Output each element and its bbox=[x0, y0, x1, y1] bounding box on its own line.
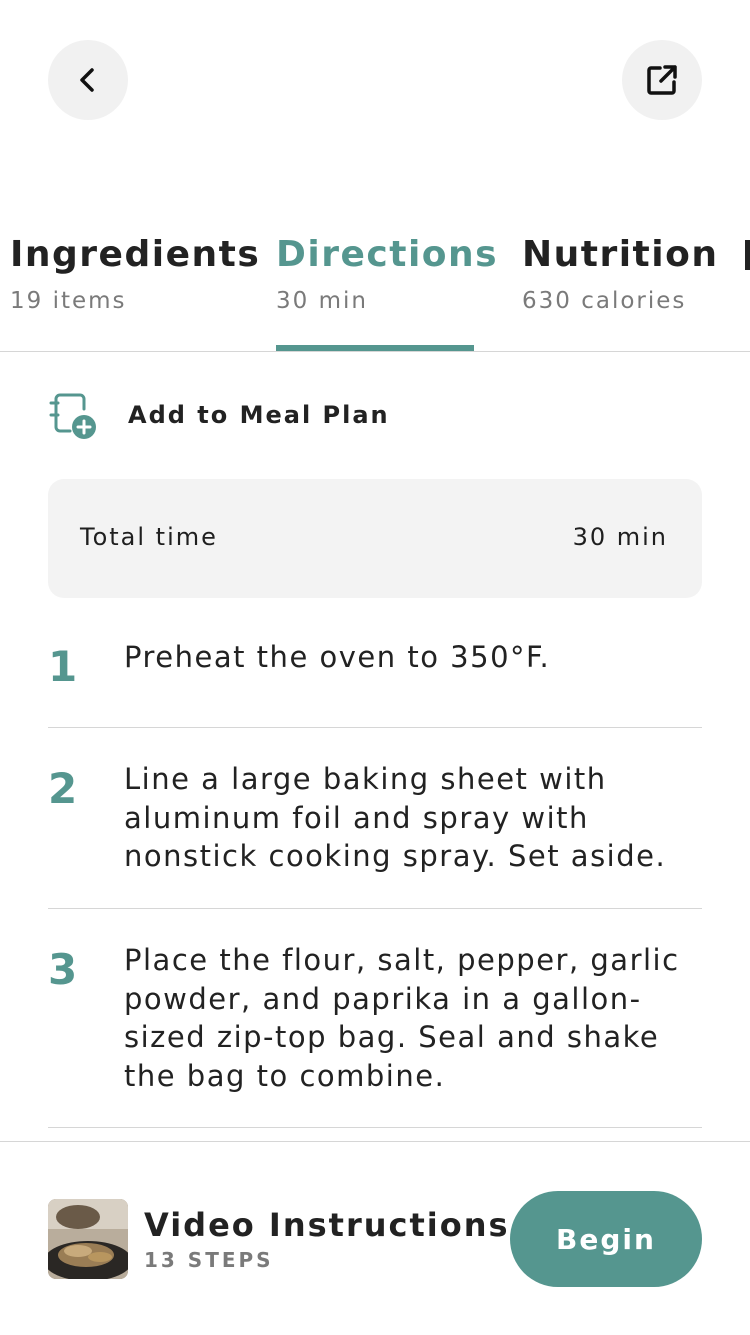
chevron-left-icon bbox=[80, 68, 94, 92]
tab-subtitle: 630 calories bbox=[522, 288, 687, 314]
step-number: 2 bbox=[48, 764, 78, 813]
video-instructions-title: Video Instructions bbox=[144, 1206, 510, 1244]
video-thumbnail[interactable] bbox=[48, 1199, 128, 1279]
tab-bar: Ingredients 19 items Directions 30 min N… bbox=[0, 228, 750, 352]
step-divider bbox=[48, 1127, 702, 1128]
tab-subtitle: 19 items bbox=[10, 288, 127, 314]
tab-partial-glyph bbox=[745, 240, 750, 270]
direction-step: 3 Place the flour, salt, pepper, garlic … bbox=[48, 941, 702, 1128]
direction-step: 1 Preheat the oven to 350°F. bbox=[48, 638, 702, 728]
begin-button[interactable]: Begin bbox=[510, 1191, 702, 1287]
tab-subtitle: 30 min bbox=[276, 288, 368, 314]
tab-next-partial[interactable] bbox=[745, 228, 750, 351]
direction-step: 2 Line a large baking sheet with aluminu… bbox=[48, 760, 702, 909]
tab-nutrition[interactable]: Nutrition 630 calories bbox=[522, 228, 717, 351]
tab-ingredients[interactable]: Ingredients 19 items bbox=[10, 228, 259, 351]
tab-title: Directions bbox=[276, 234, 499, 275]
step-text: Line a large baking sheet with aluminum … bbox=[124, 762, 667, 873]
step-text: Preheat the oven to 350°F. bbox=[124, 640, 551, 674]
step-text: Place the flour, salt, pepper, garlic po… bbox=[124, 943, 680, 1093]
add-to-meal-plan-label: Add to Meal Plan bbox=[128, 401, 390, 429]
calendar-add-icon bbox=[49, 393, 96, 439]
total-time-panel: Total time 30 min bbox=[48, 479, 702, 598]
video-thumbnail-image bbox=[48, 1199, 128, 1279]
back-button[interactable] bbox=[48, 40, 128, 120]
step-number: 3 bbox=[48, 945, 78, 994]
video-steps-count: 13 STEPS bbox=[144, 1248, 274, 1272]
video-instructions-bar: Video Instructions 13 STEPS Begin bbox=[0, 1141, 750, 1335]
external-link-icon bbox=[647, 65, 677, 95]
active-tab-indicator bbox=[276, 345, 474, 351]
tab-directions[interactable]: Directions 30 min bbox=[276, 228, 497, 351]
step-divider bbox=[48, 727, 702, 728]
step-number: 1 bbox=[48, 642, 78, 691]
share-button[interactable] bbox=[622, 40, 702, 120]
add-to-meal-plan-button[interactable]: Add to Meal Plan bbox=[48, 388, 390, 442]
tab-title: Nutrition bbox=[522, 234, 719, 275]
tab-title: Ingredients bbox=[10, 234, 261, 275]
total-time-label: Total time bbox=[80, 523, 218, 551]
total-time-value: 30 min bbox=[572, 523, 668, 551]
step-divider bbox=[48, 908, 702, 909]
